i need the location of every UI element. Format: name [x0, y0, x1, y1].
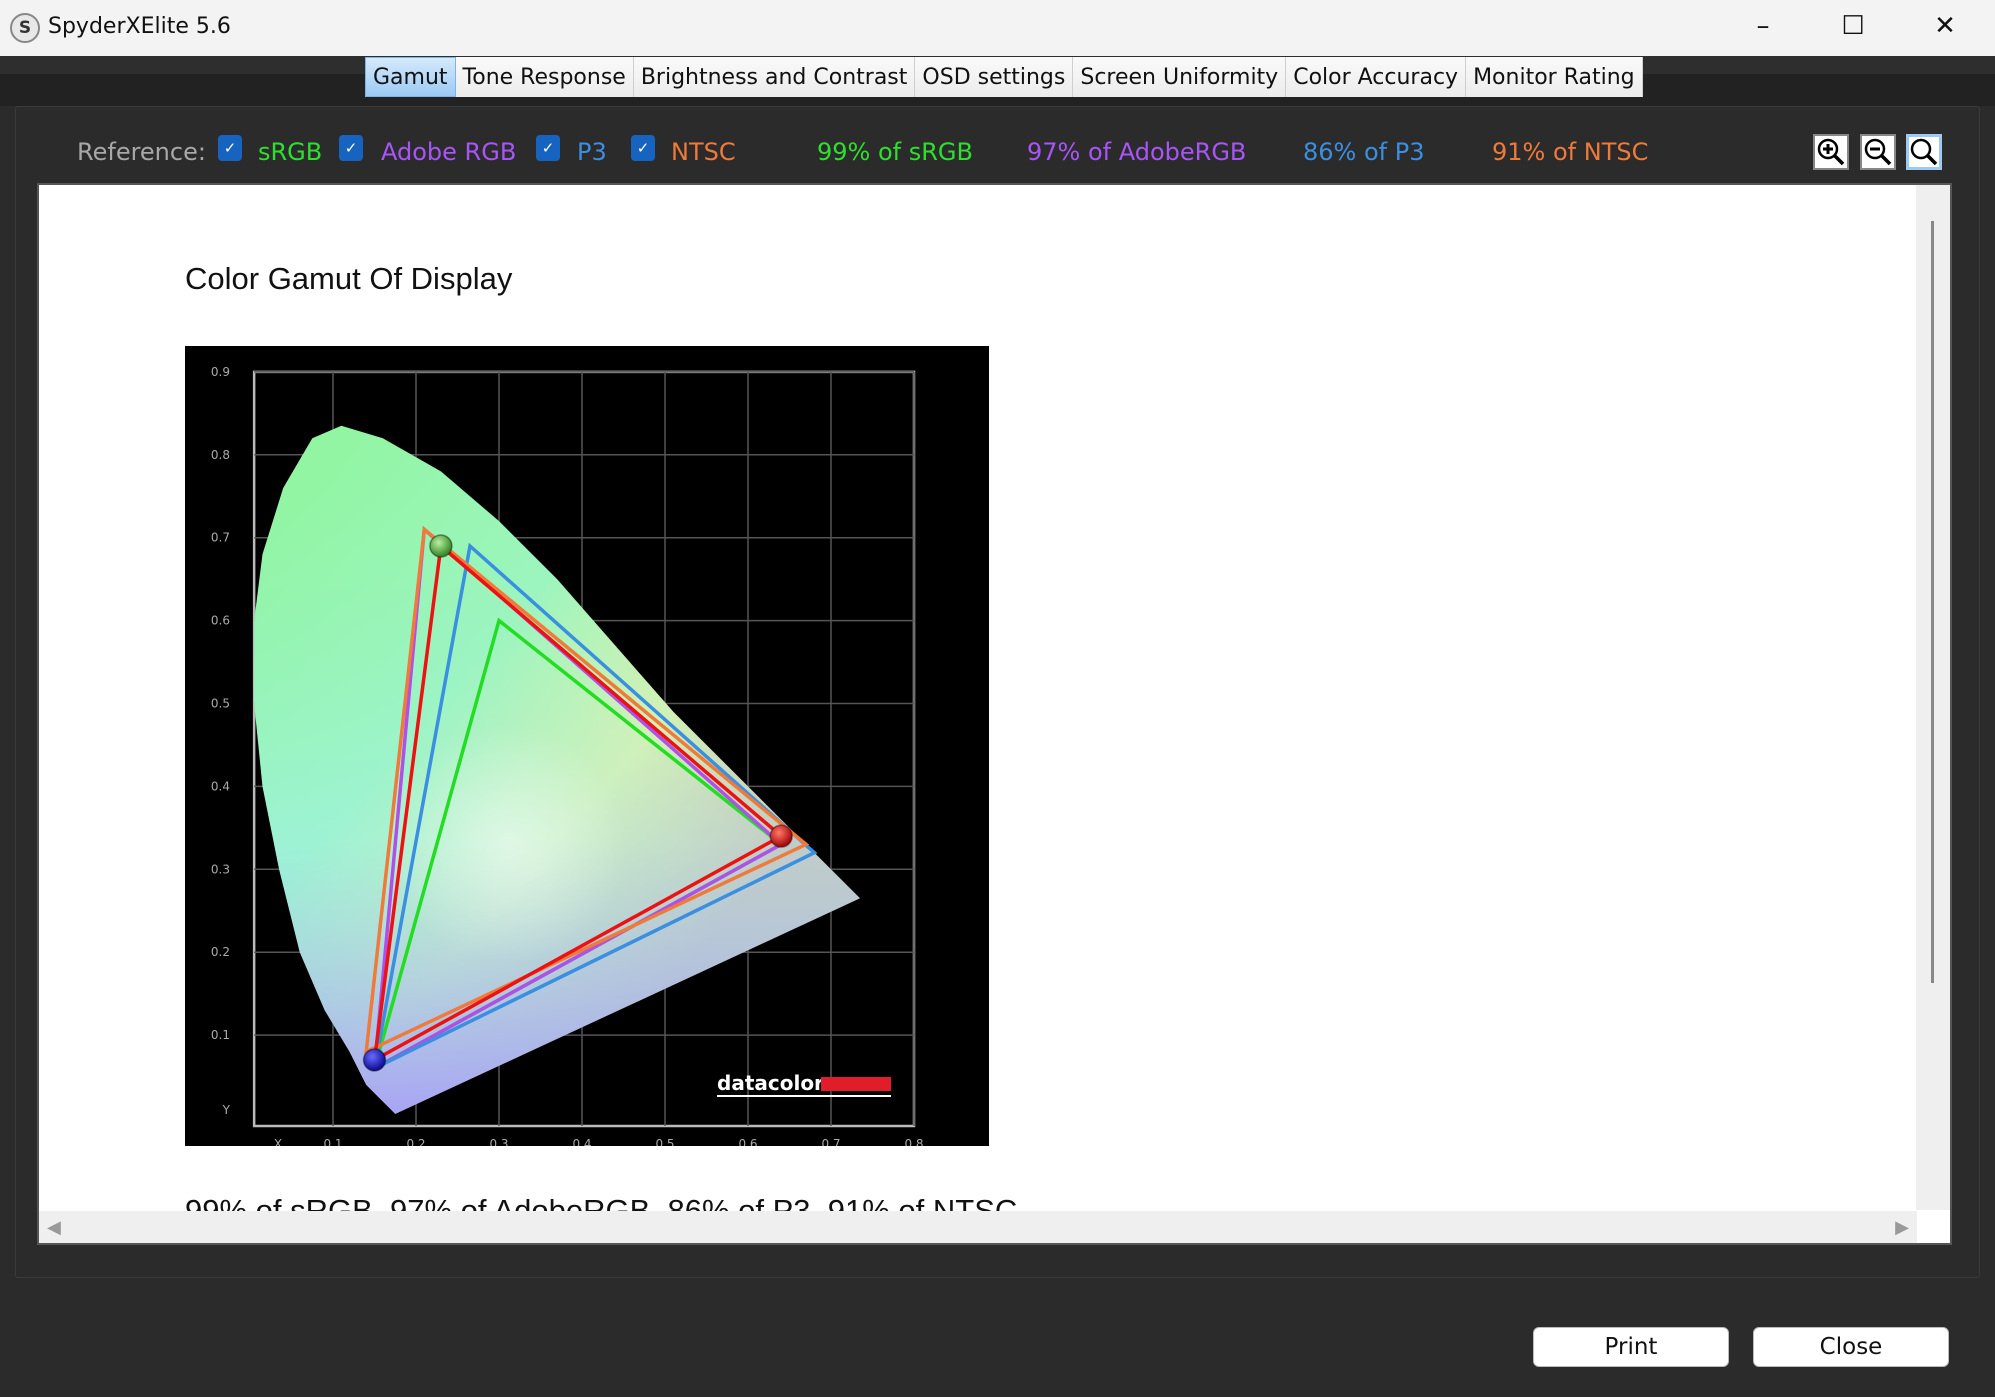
x-tick-label: 0.5	[655, 1137, 674, 1146]
p3-label: P3	[577, 138, 607, 166]
ntsc-label: NTSC	[671, 138, 736, 166]
red-primary-point	[769, 824, 793, 848]
horizontal-scrollbar[interactable]: ◀ ▶	[39, 1211, 1917, 1243]
srgb-label: sRGB	[258, 138, 323, 166]
x-tick-label: 0.1	[323, 1137, 342, 1146]
y-tick-label: 0.2	[211, 945, 230, 959]
x-tick-label: 0.3	[489, 1137, 508, 1146]
x-tick-label: 0.6	[738, 1137, 757, 1146]
close-button[interactable]: Close	[1753, 1327, 1949, 1367]
reference-label: Reference:	[77, 138, 206, 166]
print-button[interactable]: Print	[1533, 1327, 1729, 1367]
checkmark-icon: ✓	[344, 139, 358, 157]
gamut-chart-svg: 0.1 0.2 0.3 0.4 0.5 0.6 0.7 0.8 0.9 0.1 0.2 0.3 0.4 0…	[211, 365, 924, 1151]
y-tick-label: 0.7	[211, 531, 230, 545]
srgb-checkbox[interactable]: ✓	[218, 135, 242, 161]
zoom-out-icon	[1864, 138, 1892, 166]
checkmark-icon: ✓	[223, 139, 237, 157]
green-primary-point	[429, 534, 453, 558]
minimize-button[interactable]: –	[1718, 0, 1808, 52]
y-tick-label: 0.9	[211, 365, 230, 379]
report-viewport: Color Gamut Of Display 0.1 0.2 0.3 0.4 0…	[37, 183, 1952, 1245]
x-tick-label: 0.2	[406, 1137, 425, 1146]
p3-coverage: 86% of P3	[1303, 138, 1425, 166]
zoom-out-button[interactable]	[1860, 134, 1896, 170]
x-tick-label: 0.7	[821, 1137, 840, 1146]
tab-bar: Gamut Tone Response Brightness and Contr…	[365, 57, 1643, 97]
close-window-button[interactable]: ✕	[1900, 0, 1990, 52]
tab-color-accuracy[interactable]: Color Accuracy	[1286, 57, 1467, 97]
p3-checkbox[interactable]: ✓	[536, 135, 560, 161]
spyder-app-icon: S	[10, 13, 40, 43]
vertical-scroll-thumb[interactable]	[1931, 221, 1934, 983]
y-tick-label: 0.1	[211, 1028, 230, 1042]
y-axis-label: Y	[222, 1103, 231, 1117]
y-tick-label: 0.6	[211, 614, 230, 628]
x-tick-label: 0.8	[904, 1137, 923, 1146]
y-tick-label: 0.3	[211, 862, 230, 876]
scroll-right-arrow-icon[interactable]: ▶	[1895, 1217, 1909, 1238]
x-tick-label: 0.4	[572, 1137, 591, 1146]
y-tick-label: 0.8	[211, 448, 230, 462]
ntsc-coverage: 91% of NTSC	[1492, 138, 1649, 166]
tab-gamut[interactable]: Gamut	[365, 57, 456, 97]
zoom-in-icon	[1817, 138, 1845, 166]
tab-osd-settings[interactable]: OSD settings	[915, 57, 1074, 97]
blue-primary-point	[362, 1048, 387, 1072]
maximize-button[interactable]: ☐	[1808, 0, 1898, 52]
reference-bar: Reference: ✓ sRGB ✓ Adobe RGB ✓ P3 ✓ NTS…	[0, 124, 1995, 180]
magnifier-icon	[1910, 138, 1938, 166]
window-title: SpyderXElite 5.6	[48, 14, 231, 39]
zoom-fit-button[interactable]	[1906, 134, 1942, 170]
white-point-glow	[387, 724, 628, 965]
vertical-scrollbar[interactable]	[1916, 185, 1950, 1210]
srgb-coverage: 99% of sRGB	[817, 138, 973, 166]
checkmark-icon: ✓	[636, 139, 650, 157]
tab-tone-response[interactable]: Tone Response	[455, 57, 634, 97]
gamut-chart: 0.1 0.2 0.3 0.4 0.5 0.6 0.7 0.8 0.9 0.1 0.2 0.3 0.4 0…	[185, 346, 989, 1151]
ntsc-checkbox[interactable]: ✓	[631, 135, 655, 161]
svg-text:datacolor: datacolor	[717, 1071, 824, 1095]
adobe-rgb-label: Adobe RGB	[381, 138, 517, 166]
checkmark-icon: ✓	[541, 139, 555, 157]
x-axis-label: X	[274, 1137, 282, 1146]
tab-screen-uniformity[interactable]: Screen Uniformity	[1073, 57, 1287, 97]
tab-monitor-rating[interactable]: Monitor Rating	[1466, 57, 1643, 97]
report-title: Color Gamut Of Display	[185, 261, 513, 296]
zoom-in-button[interactable]	[1813, 134, 1849, 170]
adobe-rgb-checkbox[interactable]: ✓	[339, 135, 363, 161]
adobe-rgb-coverage: 97% of AdobeRGB	[1027, 138, 1247, 166]
datacolor-logo: datacolor	[717, 1071, 891, 1097]
y-tick-label: 0.5	[211, 697, 230, 711]
scroll-left-arrow-icon[interactable]: ◀	[47, 1217, 61, 1238]
tab-brightness-contrast[interactable]: Brightness and Contrast	[633, 57, 916, 97]
title-bar: S SpyderXElite 5.6 – ☐ ✕	[0, 0, 1995, 56]
y-tick-label: 0.4	[211, 779, 230, 793]
